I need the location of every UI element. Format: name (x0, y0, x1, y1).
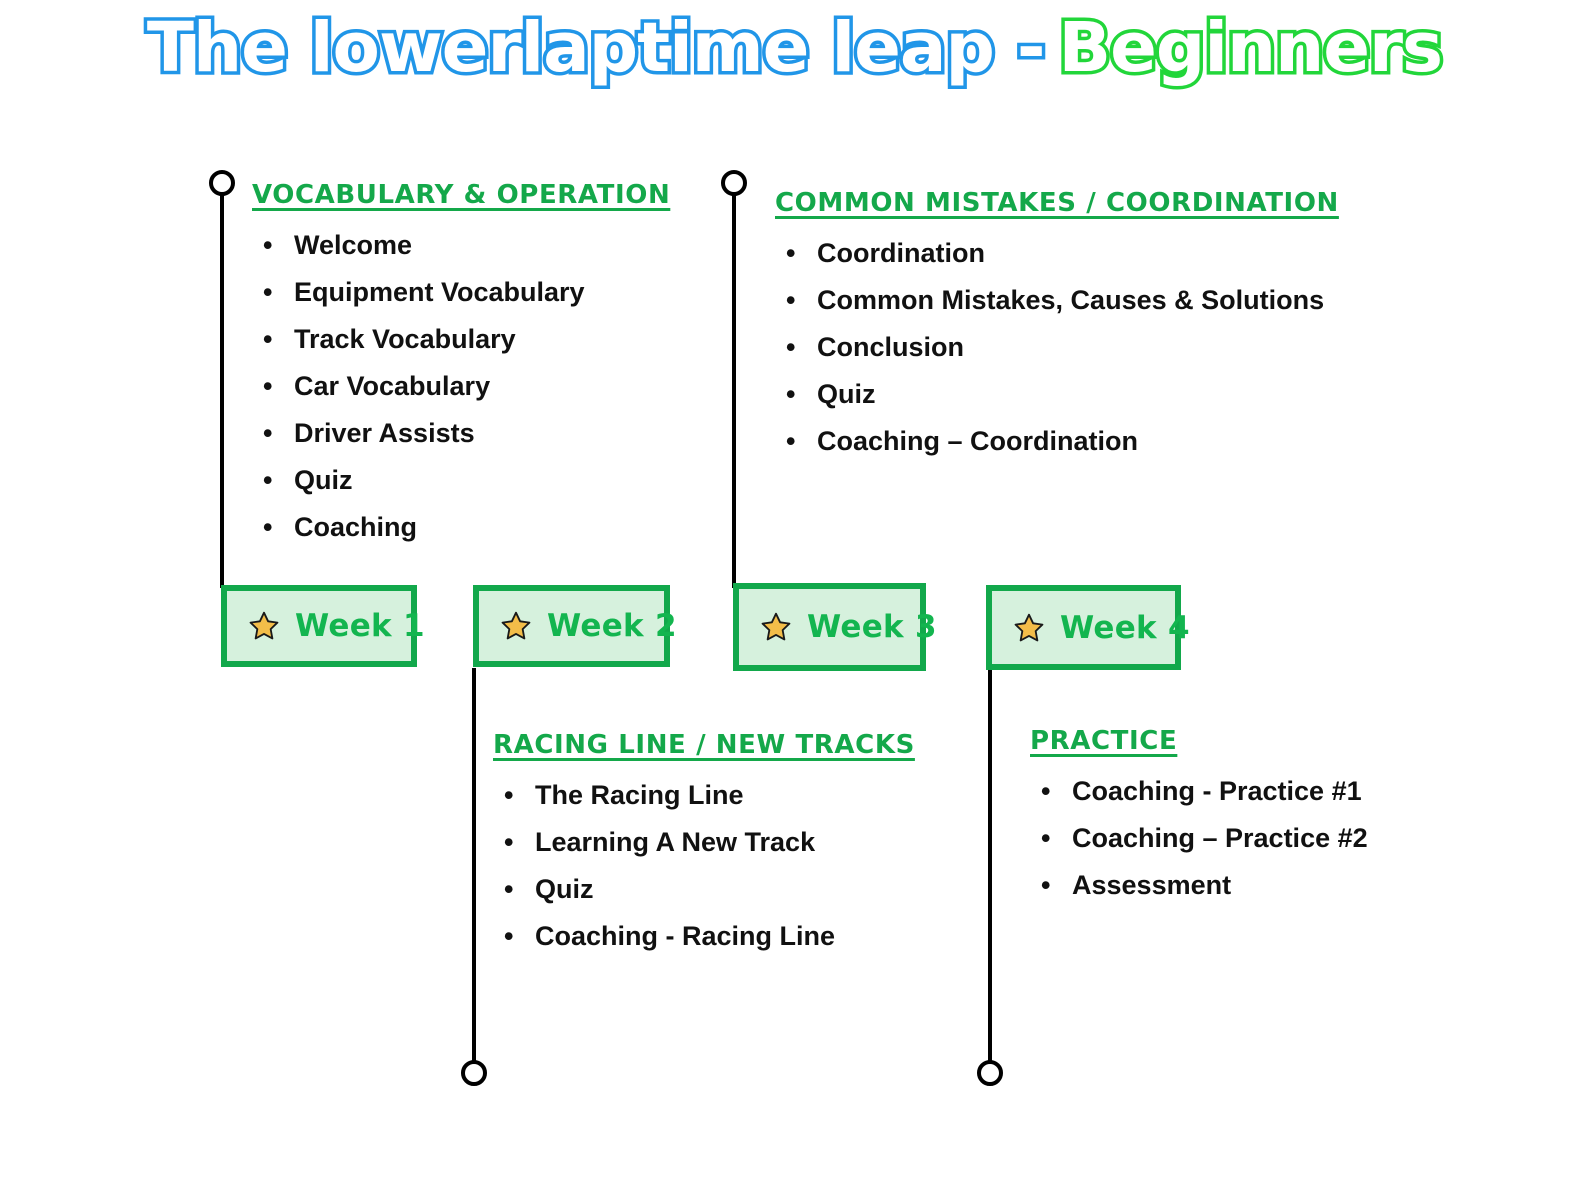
week-card-week-3[interactable]: Week 3 (733, 583, 937, 671)
connector-endpoint-week-1 (209, 170, 235, 196)
section-heading-vocabulary-operation: VOCABULARY & OPERATION (252, 180, 671, 210)
star-icon (499, 609, 533, 643)
list-item: Coaching – Practice #2 (1030, 815, 1368, 862)
week-label: Week 4 (1060, 609, 1190, 646)
connector-endpoint-week-2 (461, 1060, 487, 1086)
section-heading-common-mistakes-coordination: COMMON MISTAKES / COORDINATION (775, 188, 1339, 218)
section-list-practice: Coaching - Practice #1 Coaching – Practi… (1030, 768, 1368, 909)
list-item: Welcome (252, 222, 670, 269)
week-card-week-2[interactable]: Week 2 (473, 585, 677, 667)
list-item: Driver Assists (252, 410, 670, 457)
section-list-common-mistakes-coordination: Coordination Common Mistakes, Causes & S… (775, 230, 1339, 465)
list-item: Quiz (252, 457, 670, 504)
list-item: Learning A New Track (493, 819, 915, 866)
connector-endpoint-week-4 (977, 1060, 1003, 1086)
connector-endpoint-week-3 (721, 170, 747, 196)
list-item: Equipment Vocabulary (252, 269, 670, 316)
list-item: Quiz (775, 371, 1339, 418)
section-practice: PRACTICE Coaching - Practice #1 Coaching… (1030, 726, 1368, 909)
week-card-week-4[interactable]: Week 4 (986, 585, 1190, 670)
list-item: Quiz (493, 866, 915, 913)
list-item: Coaching – Coordination (775, 418, 1339, 465)
section-racing-line-new-tracks: RACING LINE / NEW TRACKS The Racing Line… (493, 730, 915, 960)
list-item: Car Vocabulary (252, 363, 670, 410)
star-icon (759, 610, 793, 644)
section-common-mistakes-coordination: COMMON MISTAKES / COORDINATION Coordinat… (775, 188, 1339, 465)
list-item: Conclusion (775, 324, 1339, 371)
list-item: Common Mistakes, Causes & Solutions (775, 277, 1339, 324)
section-vocabulary-operation: VOCABULARY & OPERATION Welcome Equipment… (252, 180, 670, 551)
list-item: Coordination (775, 230, 1339, 277)
page-title: The lowerlaptime leap - Beginners (0, 10, 1589, 86)
week-label: Week 2 (547, 608, 677, 644)
star-icon (1012, 611, 1046, 645)
week-label: Week 3 (807, 609, 937, 645)
page-title-part-one: The lowerlaptime leap - (143, 8, 1049, 88)
section-heading-practice: PRACTICE (1030, 726, 1178, 756)
section-list-vocabulary-operation: Welcome Equipment Vocabulary Track Vocab… (252, 222, 670, 551)
list-item: The Racing Line (493, 772, 915, 819)
list-item: Coaching - Racing Line (493, 913, 915, 960)
week-label: Week 1 (295, 608, 425, 644)
list-item: Coaching - Practice #1 (1030, 768, 1368, 815)
slide-canvas: The lowerlaptime leap - Beginners VOCABUL… (0, 0, 1589, 1189)
week-card-week-1[interactable]: Week 1 (221, 585, 425, 667)
list-item: Coaching (252, 504, 670, 551)
page-title-part-two: Beginners (1055, 8, 1447, 88)
list-item: Assessment (1030, 862, 1368, 909)
list-item: Track Vocabulary (252, 316, 670, 363)
section-list-racing-line-new-tracks: The Racing Line Learning A New Track Qui… (493, 772, 915, 960)
star-icon (247, 609, 281, 643)
section-heading-racing-line-new-tracks: RACING LINE / NEW TRACKS (493, 730, 915, 760)
